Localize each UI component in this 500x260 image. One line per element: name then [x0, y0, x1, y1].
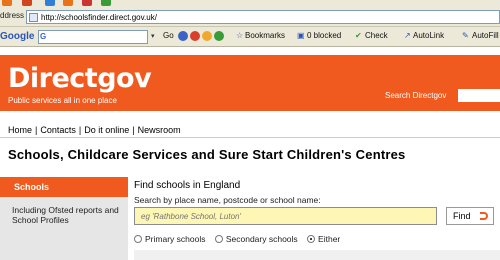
nav-link-home[interactable]: Home — [8, 125, 32, 135]
nav-link-newsroom[interactable]: Newsroom — [138, 125, 181, 135]
browser-toolbar-icon[interactable] — [22, 0, 32, 6]
radio-secondary-schools[interactable]: Secondary schools — [214, 234, 298, 244]
browser-toolbar-icon[interactable] — [82, 0, 92, 6]
nav-link-contacts[interactable]: Contacts — [40, 125, 76, 135]
page-title: Schools, Childcare Services and Sure Sta… — [8, 147, 406, 162]
find-button[interactable]: Find — [446, 207, 494, 225]
find-schools-hint: Search by place name, postcode or school… — [134, 195, 321, 205]
browser-toolbar-icon[interactable] — [101, 0, 111, 6]
nav-divider — [0, 137, 500, 138]
sidebar-panel: Including Ofsted reports and School Prof… — [0, 197, 128, 260]
school-search-input[interactable] — [134, 207, 437, 225]
sidebar-tab-schools[interactable]: Schools — [0, 177, 128, 197]
school-type-radio-group: Primary schools Secondary schools Either — [134, 234, 347, 244]
google-go-button[interactable]: Go — [163, 31, 174, 40]
site-search-input[interactable] — [458, 89, 500, 102]
bookmarks-button[interactable]: Bookmarks — [245, 31, 285, 40]
google-toolbar-logo: Google — [0, 31, 35, 42]
toolbar-icon[interactable] — [214, 31, 224, 41]
address-input[interactable]: http://schoolsfinder.direct.gov.uk/ — [26, 10, 500, 24]
autofill-button[interactable]: AutoFill — [472, 31, 499, 40]
top-navigation: Home | Contacts | Do it online | Newsroom — [8, 125, 181, 135]
browser-toolbar-icon[interactable] — [2, 0, 12, 6]
site-search-label: Search Directgov — [385, 91, 447, 100]
toolbar-icon[interactable] — [190, 31, 200, 41]
check-icon: ✔ — [355, 31, 362, 40]
autolink-icon: ↗ — [404, 31, 411, 40]
directgov-logo[interactable]: Directgov — [8, 63, 152, 94]
address-bar-row: ddress http://schoolsfinder.direct.gov.u… — [0, 8, 500, 27]
star-icon: ☆ — [236, 31, 244, 40]
radio-label: Either — [318, 234, 341, 244]
browser-toolbar-icon[interactable] — [63, 0, 73, 6]
find-button-label: Find — [453, 211, 471, 221]
autolink-button[interactable]: AutoLink — [413, 31, 444, 40]
radio-primary-schools[interactable]: Primary schools — [134, 234, 205, 244]
page-favicon-icon — [29, 13, 38, 22]
sidebar-tab-label: Schools — [14, 182, 50, 192]
check-button[interactable]: Check — [365, 31, 388, 40]
toolbar-icon[interactable] — [178, 31, 188, 41]
site-strapline: Public services all in one place — [8, 96, 117, 105]
radio-button[interactable] — [214, 235, 223, 243]
browser-top-strip — [0, 0, 500, 8]
find-arrow-icon — [480, 212, 488, 220]
popup-blocker-icon: ▣ — [297, 31, 305, 40]
find-schools-heading: Find schools in England — [134, 180, 241, 191]
toolbar-icon[interactable] — [202, 31, 212, 41]
google-toolbar-search-input[interactable]: G — [38, 30, 148, 44]
address-label: ddress — [0, 11, 25, 20]
nav-link-do-it-online[interactable]: Do it online — [84, 125, 129, 135]
radio-label: Secondary schools — [225, 234, 298, 244]
site-header: Directgov Public services all in one pla… — [0, 55, 500, 111]
nav-separator: | — [35, 125, 38, 135]
google-toolbar: Google G ▾ Go ☆ Bookmarks ▣ 0 blocked ✔ … — [0, 27, 500, 47]
radio-label: Primary schools — [145, 234, 206, 244]
popup-blocked-count[interactable]: 0 blocked — [307, 31, 341, 40]
sidebar-description: Including Ofsted reports and School Prof… — [12, 205, 119, 225]
nav-separator: | — [132, 125, 135, 135]
autofill-icon: ✎ — [462, 31, 469, 40]
radio-button[interactable] — [307, 235, 316, 243]
chevron-down-icon[interactable]: ▾ — [151, 32, 155, 40]
radio-button[interactable] — [134, 235, 142, 243]
nav-separator: | — [78, 125, 82, 135]
google-g-icon: G — [40, 32, 49, 42]
address-url: http://schoolsfinder.direct.gov.uk/ — [41, 13, 157, 22]
radio-either[interactable]: Either — [307, 234, 340, 244]
browser-toolbar-icon[interactable] — [45, 0, 55, 6]
content-band — [134, 250, 500, 260]
